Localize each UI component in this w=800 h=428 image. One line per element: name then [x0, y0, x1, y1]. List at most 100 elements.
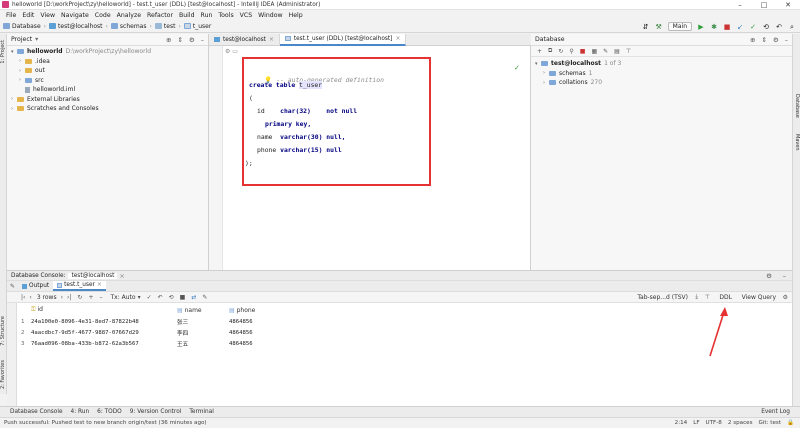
close-button[interactable]: ✕	[776, 0, 800, 10]
editor-tab-ddl[interactable]: test.t_user (DDL) [test@localhost] ×	[279, 33, 407, 46]
stop-icon[interactable]: ■	[723, 23, 731, 31]
tree-item[interactable]: › Scratches and Consoles	[7, 104, 208, 114]
menu-edit[interactable]: Edit	[22, 12, 34, 19]
indent-setting[interactable]: 2 spaces	[728, 420, 753, 426]
project-view-select[interactable]: Project	[11, 36, 32, 43]
lock-icon[interactable]: 🔒	[787, 420, 794, 426]
vcs-commit-icon[interactable]: ✓	[749, 23, 757, 31]
console-icon[interactable]: ▤	[614, 48, 620, 55]
menu-help[interactable]: Help	[289, 12, 303, 19]
run-icon[interactable]: ▶	[697, 23, 705, 31]
view-query-button[interactable]: View Query	[742, 294, 776, 301]
menu-tools[interactable]: Tools	[218, 12, 233, 19]
revert-icon[interactable]: ⟲	[169, 294, 174, 301]
table-view-icon[interactable]: ▦	[591, 48, 597, 55]
minimize-button[interactable]: –	[728, 0, 752, 10]
tree-item[interactable]: ▾ helloworld D:\workProject\zy\helloworld	[7, 47, 208, 57]
history-icon[interactable]: ⟲	[762, 23, 770, 31]
structure-tool-tab[interactable]: 7: Structure	[0, 316, 7, 346]
vcs-update-icon[interactable]: ↙	[736, 23, 744, 31]
chevron-down-icon[interactable]: ▾	[138, 294, 141, 301]
close-tab-icon[interactable]: ×	[269, 37, 274, 43]
menu-refactor[interactable]: Refactor	[147, 12, 173, 19]
gear-icon[interactable]: ⚙	[783, 294, 788, 301]
rollback-icon[interactable]: ↶	[158, 294, 163, 301]
filter-icon[interactable]: ⊤	[705, 294, 710, 301]
menu-navigate[interactable]: Navigate	[61, 12, 89, 19]
breadcrumb-table[interactable]: t_user	[183, 23, 211, 30]
menu-run[interactable]: Run	[201, 12, 213, 19]
sync-icon[interactable]: ⇵	[642, 23, 650, 31]
export-icon[interactable]: ⤓	[695, 293, 698, 301]
menu-code[interactable]: Code	[95, 12, 111, 19]
tree-item[interactable]: › src	[7, 76, 208, 86]
search-icon[interactable]: ⌕	[788, 23, 796, 31]
tree-item[interactable]: ▾ test@localhost 1 of 3	[531, 59, 792, 69]
menu-file[interactable]: File	[6, 12, 16, 19]
chevron-down-icon[interactable]: ▾	[35, 36, 38, 43]
export-format-select[interactable]: Tab-sep...d (TSV)	[637, 294, 688, 301]
pin-icon[interactable]: ✎	[10, 283, 18, 290]
tree-item[interactable]: › .idea	[7, 57, 208, 67]
caret-position[interactable]: 2:14	[675, 420, 688, 426]
breadcrumb-connection[interactable]: test@localhost	[49, 23, 103, 30]
column-header-id[interactable]: ⚿ id	[28, 306, 174, 314]
menu-vcs[interactable]: VCS	[240, 12, 252, 19]
collapse-icon[interactable]: ⇕	[761, 36, 766, 44]
menu-build[interactable]: Build	[179, 12, 195, 19]
gear-icon[interactable]: ⚙	[766, 272, 772, 280]
close-tab-icon[interactable]: ×	[97, 282, 102, 288]
add-icon[interactable]: +	[537, 48, 542, 55]
close-tab-icon[interactable]: ×	[395, 36, 400, 42]
collapse-icon[interactable]: ⇕	[177, 36, 182, 44]
locate-icon[interactable]: ⊕	[750, 36, 755, 44]
table-row[interactable]: 3 76aad096-08ba-433b-b872-62a3b567 王五 48…	[18, 339, 286, 349]
locate-icon[interactable]: ⊕	[166, 36, 171, 44]
breadcrumb-schema[interactable]: test	[154, 23, 175, 30]
refresh-icon[interactable]: ↻	[77, 294, 82, 301]
tool-window-database-console[interactable]: Database Console	[10, 409, 63, 415]
column-header-name[interactable]: ▤ name	[174, 307, 226, 314]
transaction-mode-select[interactable]: Tx: Auto	[110, 294, 135, 301]
favorites-tool-tab[interactable]: 2: Favorites	[0, 360, 7, 389]
tool-window-terminal[interactable]: Terminal	[189, 409, 214, 415]
undo-icon[interactable]: ↶	[775, 23, 783, 31]
ddl-button[interactable]: DDL	[719, 294, 732, 301]
debug-icon[interactable]: ✱	[710, 23, 718, 31]
git-branch[interactable]: Git: test	[759, 420, 782, 426]
tree-item[interactable]: › schemas 1	[531, 69, 792, 79]
schema-icon[interactable]: ⚲	[569, 48, 573, 55]
copy-icon[interactable]: ⧉	[548, 47, 552, 55]
first-page-icon[interactable]: |‹	[21, 294, 25, 301]
close-tab-icon[interactable]: ×	[119, 272, 124, 280]
last-page-icon[interactable]: ›|	[67, 294, 71, 301]
editor-tab-console[interactable]: test@localhost ×	[209, 33, 280, 46]
code-editor[interactable]: ⚙ ▭ ✓ 💡 -- auto-generated definition cre…	[209, 46, 531, 270]
hide-icon[interactable]: –	[783, 272, 786, 280]
status-message[interactable]: Push successful: Pushed test to new bran…	[4, 420, 207, 426]
pin-icon[interactable]: ✎	[202, 294, 207, 301]
table-row[interactable]: 1 24a100e0-8096-4e31-8ed7-87822b48 张三 48…	[18, 317, 286, 327]
file-encoding[interactable]: UTF-8	[706, 420, 722, 426]
maven-tool-tab[interactable]: Maven	[794, 134, 800, 151]
prev-page-icon[interactable]: ‹	[29, 294, 31, 301]
refresh-icon[interactable]: ↻	[558, 48, 563, 55]
tool-window-version-control[interactable]: 9: Version Control	[130, 409, 182, 415]
next-page-icon[interactable]: ›	[61, 294, 63, 301]
tree-item[interactable]: › out	[7, 66, 208, 76]
tool-window-run[interactable]: 4: Run	[71, 409, 90, 415]
add-row-icon[interactable]: +	[88, 294, 93, 301]
run-configuration-select[interactable]: Main	[667, 22, 692, 31]
tree-item[interactable]: › collations 270	[531, 78, 792, 88]
tool-window-todo[interactable]: 6: TODO	[97, 409, 122, 415]
compare-icon[interactable]: ⇄	[191, 294, 196, 301]
table-row[interactable]: 2 4aacdbc7-9d5f-4677-9887-07667d29 李四 48…	[18, 328, 286, 338]
tree-item[interactable]: › External Libraries	[7, 95, 208, 105]
line-separator[interactable]: LF	[693, 420, 699, 426]
menu-view[interactable]: View	[40, 12, 55, 19]
console-session-tab[interactable]: test@localhost	[68, 272, 118, 279]
column-header-phone[interactable]: ▤ phone	[226, 307, 286, 314]
breadcrumb-database[interactable]: Database	[3, 23, 41, 30]
maximize-button[interactable]: □	[752, 0, 776, 10]
stop-icon[interactable]: ■	[180, 294, 186, 301]
